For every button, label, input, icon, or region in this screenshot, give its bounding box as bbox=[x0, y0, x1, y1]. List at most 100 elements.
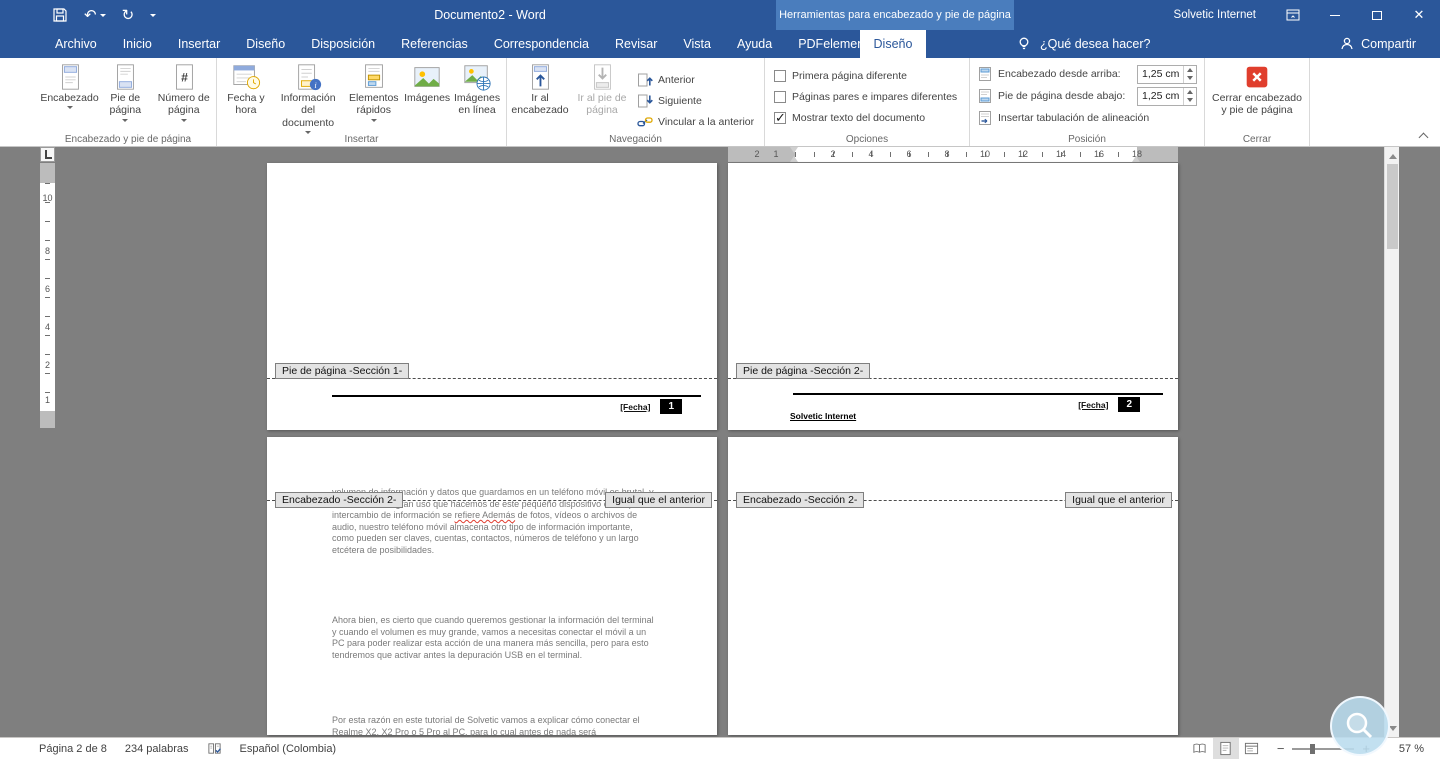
zoom-out-button[interactable]: − bbox=[1277, 741, 1285, 756]
date-field[interactable]: [Fecha] bbox=[1078, 400, 1108, 410]
tab-referencias[interactable]: Referencias bbox=[388, 30, 481, 58]
go-to-header-icon bbox=[532, 64, 549, 90]
share-button[interactable]: Compartir bbox=[1339, 30, 1416, 58]
header-button[interactable]: Encabezado bbox=[40, 59, 99, 132]
previous-button[interactable]: Anterior bbox=[633, 69, 758, 90]
print-layout-view-button[interactable] bbox=[1212, 738, 1239, 759]
footer-fields: [Fecha] 2 bbox=[1078, 397, 1140, 412]
scroll-up-button[interactable] bbox=[1385, 148, 1400, 163]
go-to-header-button[interactable]: Ir al encabezado bbox=[509, 59, 571, 132]
tell-me-box[interactable]: ¿Qué desea hacer? bbox=[1016, 30, 1151, 58]
tab-disposicion[interactable]: Disposición bbox=[298, 30, 388, 58]
go-to-header-button-label: Ir al encabezado bbox=[511, 92, 569, 117]
header-icon bbox=[61, 64, 79, 90]
link-to-previous-button-label: Vincular a la anterior bbox=[658, 115, 755, 128]
page-number-field[interactable]: 2 bbox=[1118, 397, 1140, 412]
insert-alignment-tab-button[interactable]: Insertar tabulación de alineación bbox=[977, 107, 1197, 129]
header-from-top-spinner[interactable]: 1,25 cm bbox=[1137, 64, 1197, 84]
close-header-footer-button[interactable]: Cerrar encabezado y pie de página bbox=[1210, 59, 1305, 132]
footer-button[interactable]: Pie de página bbox=[97, 59, 154, 132]
page-number-button[interactable]: # Número de página bbox=[154, 59, 214, 132]
quick-parts-button[interactable]: Elementos rápidos bbox=[343, 59, 404, 132]
tab-correspondencia[interactable]: Correspondencia bbox=[481, 30, 602, 58]
page-number-field[interactable]: 1 bbox=[660, 399, 682, 414]
checkbox-icon[interactable] bbox=[774, 90, 786, 103]
checkbox-icon[interactable] bbox=[774, 110, 786, 126]
checkbox-show-document-text[interactable]: Mostrar texto del documento bbox=[774, 107, 960, 128]
redo-button[interactable]: ↻ bbox=[122, 8, 135, 23]
page-number-icon: # bbox=[175, 64, 193, 90]
vertical-ruler[interactable]: 10 8 6 4 2 1 bbox=[40, 163, 55, 428]
insert-alignment-tab-label: Insertar tabulación de alineación bbox=[998, 112, 1150, 124]
read-mode-view-button[interactable] bbox=[1187, 738, 1213, 759]
undo-button[interactable]: ↶ bbox=[84, 8, 106, 23]
minimize-button[interactable] bbox=[1314, 0, 1356, 30]
scrollbar-thumb[interactable] bbox=[1387, 164, 1398, 249]
proofing-status-button[interactable] bbox=[198, 738, 231, 759]
tab-ayuda[interactable]: Ayuda bbox=[724, 30, 785, 58]
checkbox-different-odd-even[interactable]: Páginas pares e impares diferentes bbox=[774, 86, 960, 107]
spellcheck-flagged-text: refiere Además bbox=[454, 510, 516, 521]
ribbon: Encabezado Pie de página # Número de pág… bbox=[0, 58, 1440, 147]
tab-insertar[interactable]: Insertar bbox=[165, 30, 233, 58]
ruler-number: 2 bbox=[830, 148, 836, 159]
spin-up-icon[interactable] bbox=[1187, 87, 1194, 95]
go-to-footer-button-label: Ir al pie de página bbox=[577, 92, 627, 117]
spin-up-icon[interactable] bbox=[1187, 65, 1194, 73]
footer-from-bottom-row: Pie de página desde abajo: 1,25 cm bbox=[977, 85, 1197, 107]
horizontal-ruler[interactable]: 2 1 2 4 6 8 10 12 14 16 18 bbox=[728, 147, 1178, 162]
spinner-buttons[interactable] bbox=[1183, 87, 1196, 105]
go-to-footer-button[interactable]: Ir al pie de página bbox=[571, 59, 633, 132]
document-info-button[interactable]: i Información del documento bbox=[273, 59, 344, 135]
ruler-number: 10 bbox=[979, 148, 991, 159]
spin-down-icon[interactable] bbox=[1187, 75, 1194, 83]
link-to-previous-button[interactable]: Vincular a la anterior bbox=[633, 111, 758, 132]
checkbox-different-first-page[interactable]: Primera página diferente bbox=[774, 65, 960, 86]
footer-from-bottom-spinner[interactable]: 1,25 cm bbox=[1137, 86, 1197, 106]
magnifier-icon bbox=[1346, 712, 1373, 739]
page-3: Encabezado -Sección 2- Igual que el ante… bbox=[267, 437, 717, 737]
pictures-button[interactable]: Imágenes bbox=[404, 59, 450, 132]
tab-revisar[interactable]: Revisar bbox=[602, 30, 670, 58]
spinner-buttons[interactable] bbox=[1183, 65, 1196, 83]
chevron-down-icon bbox=[150, 13, 157, 20]
date-time-button[interactable]: Fecha y hora bbox=[219, 59, 273, 132]
close-button[interactable]: ✕ bbox=[1398, 0, 1440, 30]
save-button[interactable] bbox=[52, 7, 68, 23]
tab-contextual-diseno-active[interactable]: Diseño bbox=[860, 30, 926, 58]
tab-vista[interactable]: Vista bbox=[670, 30, 724, 58]
zoom-slider-thumb[interactable] bbox=[1310, 743, 1316, 754]
right-indent-marker[interactable] bbox=[1132, 152, 1140, 162]
qat-customize-button[interactable] bbox=[150, 11, 157, 20]
word-count[interactable]: 234 palabras bbox=[116, 738, 198, 759]
group-label-navigation: Navegación bbox=[609, 134, 662, 145]
ruler-number: 4 bbox=[868, 148, 874, 159]
ribbon-display-options-button[interactable] bbox=[1272, 0, 1314, 30]
chevron-down-icon bbox=[180, 118, 187, 125]
vertical-sc rollbar[interactable] bbox=[1384, 147, 1399, 737]
date-field[interactable]: [Fecha] bbox=[620, 402, 650, 412]
account-name[interactable]: Solvetic Internet bbox=[1174, 9, 1256, 21]
header-from-top-value[interactable]: 1,25 cm bbox=[1138, 66, 1183, 83]
checkbox-icon[interactable] bbox=[774, 69, 786, 82]
online-pictures-button[interactable]: Imágenes en línea bbox=[450, 59, 504, 132]
title-bar: ↶ ↻ Documento2 - Word Herramientas para … bbox=[0, 0, 1440, 30]
footer-from-bottom-value[interactable]: 1,25 cm bbox=[1138, 88, 1183, 105]
tab-stop-selector[interactable] bbox=[40, 147, 55, 162]
footer-author-text[interactable]: Solvetic Internet bbox=[790, 411, 856, 421]
tab-archivo[interactable]: Archivo bbox=[42, 30, 110, 58]
person-icon bbox=[1341, 37, 1353, 50]
zoom-level[interactable]: 57 % bbox=[1382, 743, 1424, 755]
web-layout-view-button[interactable] bbox=[1239, 738, 1265, 759]
footer-fields: [Fecha] 1 bbox=[620, 399, 682, 414]
next-button[interactable]: Siguiente bbox=[633, 90, 758, 111]
tab-diseno[interactable]: Diseño bbox=[233, 30, 298, 58]
proofing-book-icon bbox=[207, 743, 221, 754]
collapse-ribbon-button[interactable] bbox=[1418, 131, 1428, 140]
hanging-indent-marker[interactable] bbox=[790, 152, 798, 162]
maximize-button[interactable] bbox=[1356, 0, 1398, 30]
tab-inicio[interactable]: Inicio bbox=[110, 30, 165, 58]
page-indicator[interactable]: Página 2 de 8 bbox=[30, 738, 116, 759]
spin-down-icon[interactable] bbox=[1187, 97, 1194, 105]
language-indicator[interactable]: Español (Colombia) bbox=[231, 738, 346, 759]
